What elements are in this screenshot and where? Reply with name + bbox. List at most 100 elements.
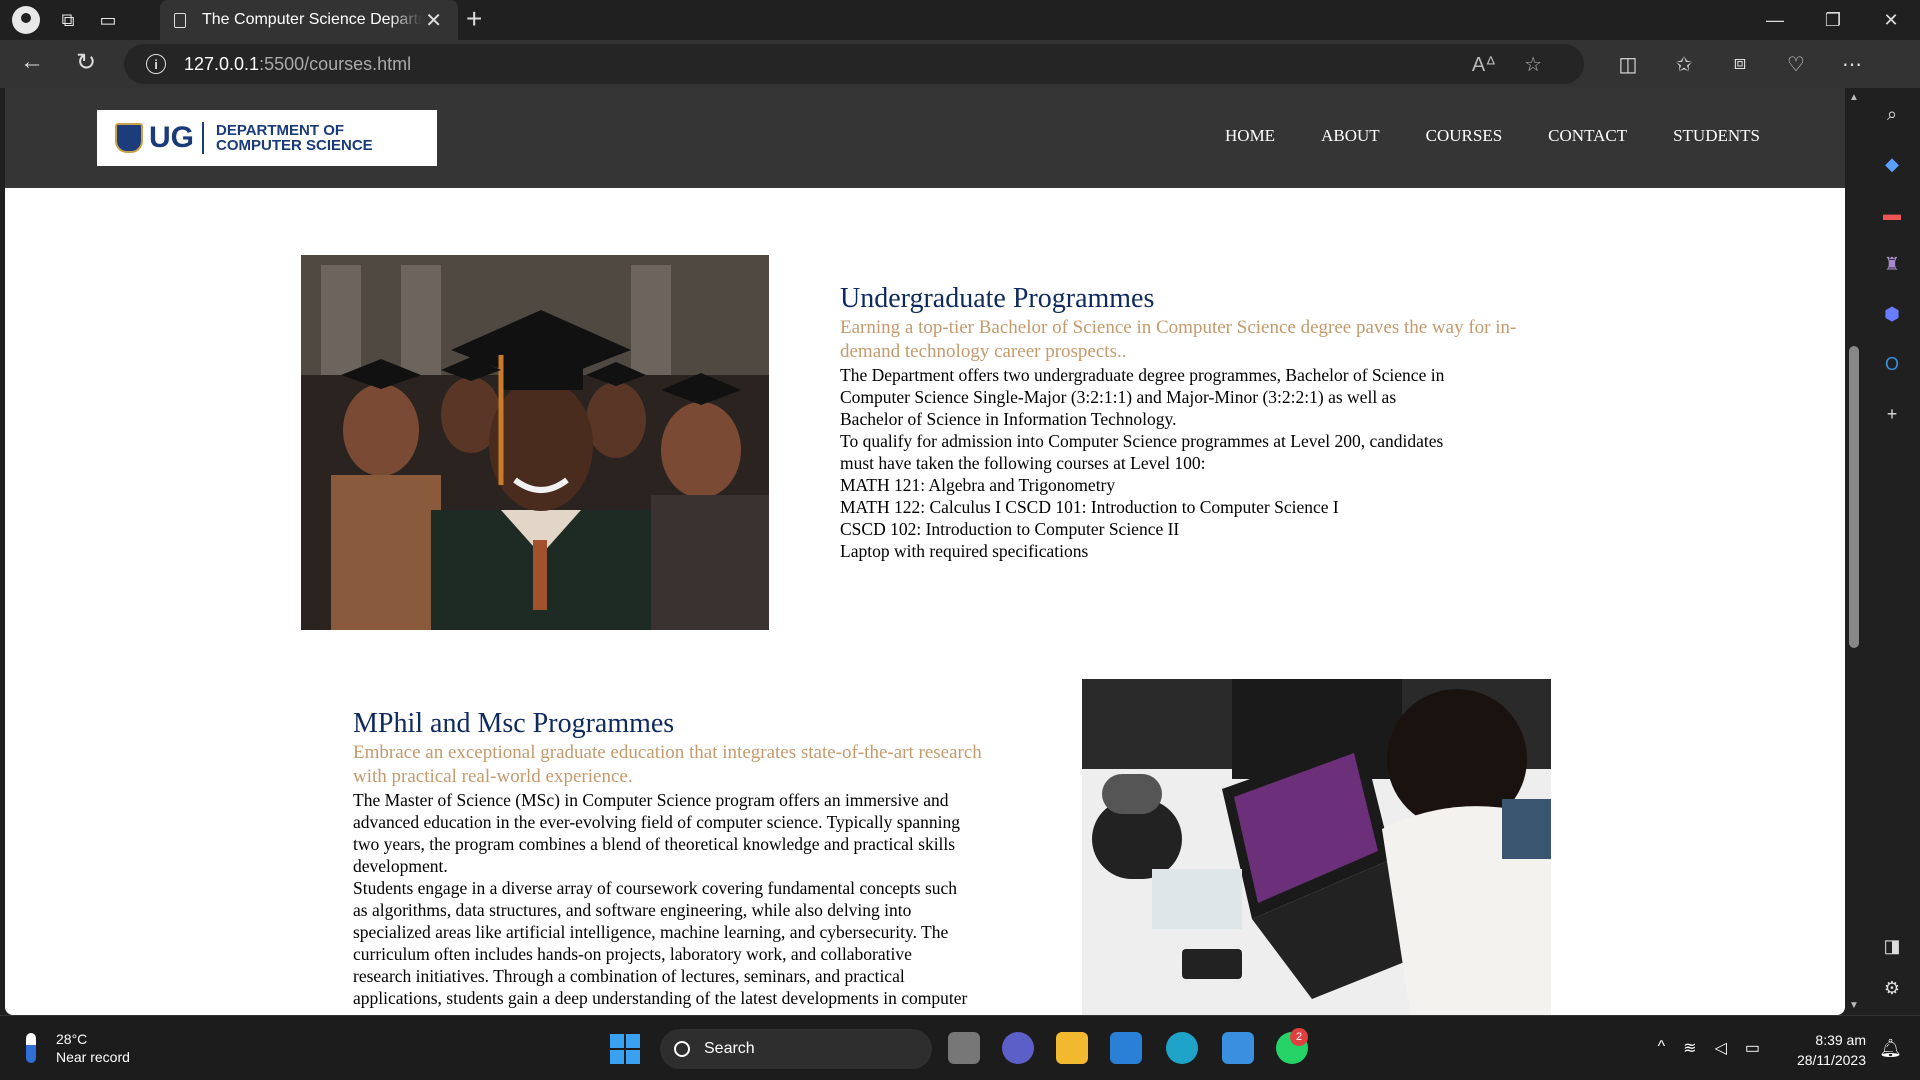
add-icon[interactable]: + bbox=[1881, 404, 1903, 426]
grad-line: development. bbox=[353, 856, 448, 876]
split-screen-icon[interactable]: ◫ bbox=[1600, 52, 1656, 77]
site-info-icon[interactable]: i bbox=[146, 54, 166, 74]
system-tray: ^ ≋ ◁ ▭ bbox=[1658, 1038, 1760, 1058]
logo-line-1: DEPARTMENT OF bbox=[216, 122, 345, 139]
grad-line: curriculum often includes hands-on proje… bbox=[353, 944, 912, 964]
grad-line: two years, the program combines a blend … bbox=[353, 834, 956, 854]
url-host: 127.0.0.1 bbox=[184, 53, 260, 74]
grad-section: MPhil and Msc Programmes Embrace an exce… bbox=[353, 707, 1033, 1009]
wifi-icon[interactable]: ≋ bbox=[1683, 1038, 1696, 1058]
nav-courses[interactable]: COURSES bbox=[1426, 126, 1503, 146]
outlook-icon[interactable]: O bbox=[1881, 354, 1903, 376]
browser-toolbar: ◫ ✩ ⧈ ♡ ⋯ bbox=[1600, 52, 1880, 77]
copilot-icon[interactable]: ⬢ bbox=[1881, 304, 1903, 326]
url-path: :5500/courses.html bbox=[259, 53, 412, 74]
nav-home[interactable]: HOME bbox=[1225, 126, 1275, 146]
page-scrollbar[interactable]: ▲ ▼ bbox=[1845, 88, 1863, 1015]
scroll-up-icon[interactable]: ▲ bbox=[1849, 92, 1859, 103]
vscode-icon[interactable] bbox=[1110, 1032, 1142, 1064]
grad-line: specialized areas like artificial intell… bbox=[353, 922, 949, 942]
url-field[interactable]: i 127.0.0.1:5500/courses.html Aᐞ ☆ bbox=[124, 44, 1584, 84]
undergrad-line: Laptop with required specifications bbox=[840, 541, 1089, 561]
back-icon[interactable]: ← bbox=[20, 48, 44, 76]
notification-badge: 2 bbox=[1290, 1028, 1308, 1046]
crest-icon bbox=[115, 123, 143, 153]
logo-line-2: COMPUTER SCIENCE bbox=[216, 137, 373, 154]
undergrad-line: MATH 122: Calculus I CSCD 101: Introduct… bbox=[840, 497, 1339, 517]
more-menu-icon[interactable]: ⋯ bbox=[1824, 52, 1880, 77]
weather-widget[interactable]: 28°C Near record bbox=[26, 1030, 130, 1066]
refresh-icon[interactable]: ↻ bbox=[76, 48, 96, 77]
profile-icon[interactable] bbox=[12, 6, 40, 34]
photos-icon[interactable] bbox=[1222, 1032, 1254, 1064]
nav-about[interactable]: ABOUT bbox=[1321, 126, 1380, 146]
chevron-up-icon[interactable]: ^ bbox=[1658, 1038, 1666, 1058]
undergrad-line: The Department offers two undergraduate … bbox=[840, 365, 1445, 385]
logo-department: DEPARTMENT OF COMPUTER SCIENCE bbox=[216, 123, 373, 153]
site-nav: HOME ABOUT COURSES CONTACT STUDENTS bbox=[1225, 126, 1760, 146]
logo-divider bbox=[202, 122, 204, 154]
notifications-bell-icon[interactable]: 🔔︎ bbox=[1879, 1038, 1902, 1059]
read-aloud-icon[interactable]: Aᐞ bbox=[1472, 52, 1496, 77]
battery-icon[interactable]: ▭ bbox=[1745, 1038, 1760, 1058]
close-window-button[interactable]: ✕ bbox=[1862, 0, 1920, 40]
grad-subtitle: Embrace an exceptional graduate educatio… bbox=[353, 742, 982, 787]
sidebar-toggle-icon[interactable]: ◨ bbox=[1881, 936, 1903, 958]
edge-icon[interactable] bbox=[1166, 1032, 1198, 1064]
graduation-photo bbox=[301, 255, 769, 630]
nav-students[interactable]: STUDENTS bbox=[1673, 126, 1760, 146]
close-tab-icon[interactable]: ✕ bbox=[425, 8, 442, 33]
nav-contact[interactable]: CONTACT bbox=[1548, 126, 1627, 146]
file-explorer-icon[interactable] bbox=[1056, 1032, 1088, 1064]
taskbar-search[interactable]: Search bbox=[660, 1029, 932, 1069]
undergrad-body: The Department offers two undergraduate … bbox=[840, 364, 1520, 562]
grad-line: The Master of Science (MSc) in Computer … bbox=[353, 790, 949, 810]
logo-ug: UG bbox=[149, 121, 194, 154]
page-viewport: UG DEPARTMENT OF COMPUTER SCIENCE HOME A… bbox=[5, 88, 1845, 1015]
search-label: Search bbox=[704, 1040, 755, 1057]
page-icon bbox=[174, 12, 186, 28]
undergrad-subtitle: Earning a top-tier Bachelor of Science i… bbox=[840, 317, 1517, 362]
undergrad-title: Undergraduate Programmes bbox=[840, 283, 1155, 314]
taskbar: 28°C Near record Search 2 ^ ≋ ◁ ▭ 8:39 a… bbox=[0, 1015, 1920, 1080]
search-icon[interactable]: ⌕ bbox=[1881, 104, 1903, 126]
tab-actions-icon[interactable]: ▭ bbox=[88, 0, 128, 40]
tab-title: The Computer Science Department bbox=[202, 11, 422, 28]
graduation-illustration bbox=[301, 255, 769, 630]
collections-icon[interactable]: ⧈ bbox=[1712, 52, 1768, 77]
omnibox-actions: Aᐞ ☆ bbox=[1472, 52, 1542, 77]
undergrad-line: CSCD 102: Introduction to Computer Scien… bbox=[840, 519, 1180, 539]
minimize-button[interactable]: — bbox=[1746, 0, 1804, 40]
site-header: UG DEPARTMENT OF COMPUTER SCIENCE HOME A… bbox=[5, 88, 1845, 188]
restore-button[interactable]: ❐ bbox=[1804, 0, 1862, 40]
favorite-star-icon[interactable]: ☆ bbox=[1524, 52, 1542, 77]
scroll-down-icon[interactable]: ▼ bbox=[1849, 1000, 1859, 1011]
thermometer-icon bbox=[26, 1033, 36, 1063]
teams-chat-icon[interactable] bbox=[1002, 1032, 1034, 1064]
workspaces-icon[interactable]: ⧉ bbox=[48, 0, 88, 40]
site-logo[interactable]: UG DEPARTMENT OF COMPUTER SCIENCE bbox=[97, 110, 437, 166]
grad-title: MPhil and Msc Programmes bbox=[353, 708, 675, 739]
task-view-icon[interactable] bbox=[948, 1032, 980, 1064]
new-tab-button[interactable]: + bbox=[466, 3, 482, 35]
undergrad-section: Undergraduate Programmes Earning a top-t… bbox=[840, 282, 1520, 562]
tools-icon[interactable]: ▬ bbox=[1881, 204, 1903, 226]
favorites-icon[interactable]: ✩ bbox=[1656, 52, 1712, 77]
grad-line: advanced education in the ever-evolving … bbox=[353, 812, 960, 832]
tab-active[interactable]: The Computer Science Department ✕ bbox=[160, 0, 458, 40]
laptop-illustration bbox=[1082, 679, 1551, 1015]
start-button[interactable] bbox=[610, 1034, 640, 1064]
volume-icon[interactable]: ◁ bbox=[1715, 1038, 1727, 1058]
games-icon[interactable]: ♜ bbox=[1881, 254, 1903, 276]
weather-status: Near record bbox=[56, 1049, 130, 1065]
scrollbar-thumb[interactable] bbox=[1849, 346, 1859, 648]
grad-line: research initiatives. Through a combinat… bbox=[353, 966, 905, 986]
browser-essentials-icon[interactable]: ♡ bbox=[1768, 52, 1824, 77]
undergrad-line: MATH 121: Algebra and Trigonometry bbox=[840, 475, 1116, 495]
settings-gear-icon[interactable]: ⚙ bbox=[1881, 978, 1903, 1000]
clock[interactable]: 8:39 am 28/11/2023 bbox=[1797, 1030, 1866, 1070]
shopping-tag-icon[interactable]: ◆ bbox=[1881, 154, 1903, 176]
undergrad-line: Computer Science Single-Major (3:2:1:1) … bbox=[840, 387, 1397, 407]
screen: ⧉ ▭ The Computer Science Department ✕ + … bbox=[0, 0, 1920, 1080]
undergrad-line: must have taken the following courses at… bbox=[840, 453, 1206, 473]
